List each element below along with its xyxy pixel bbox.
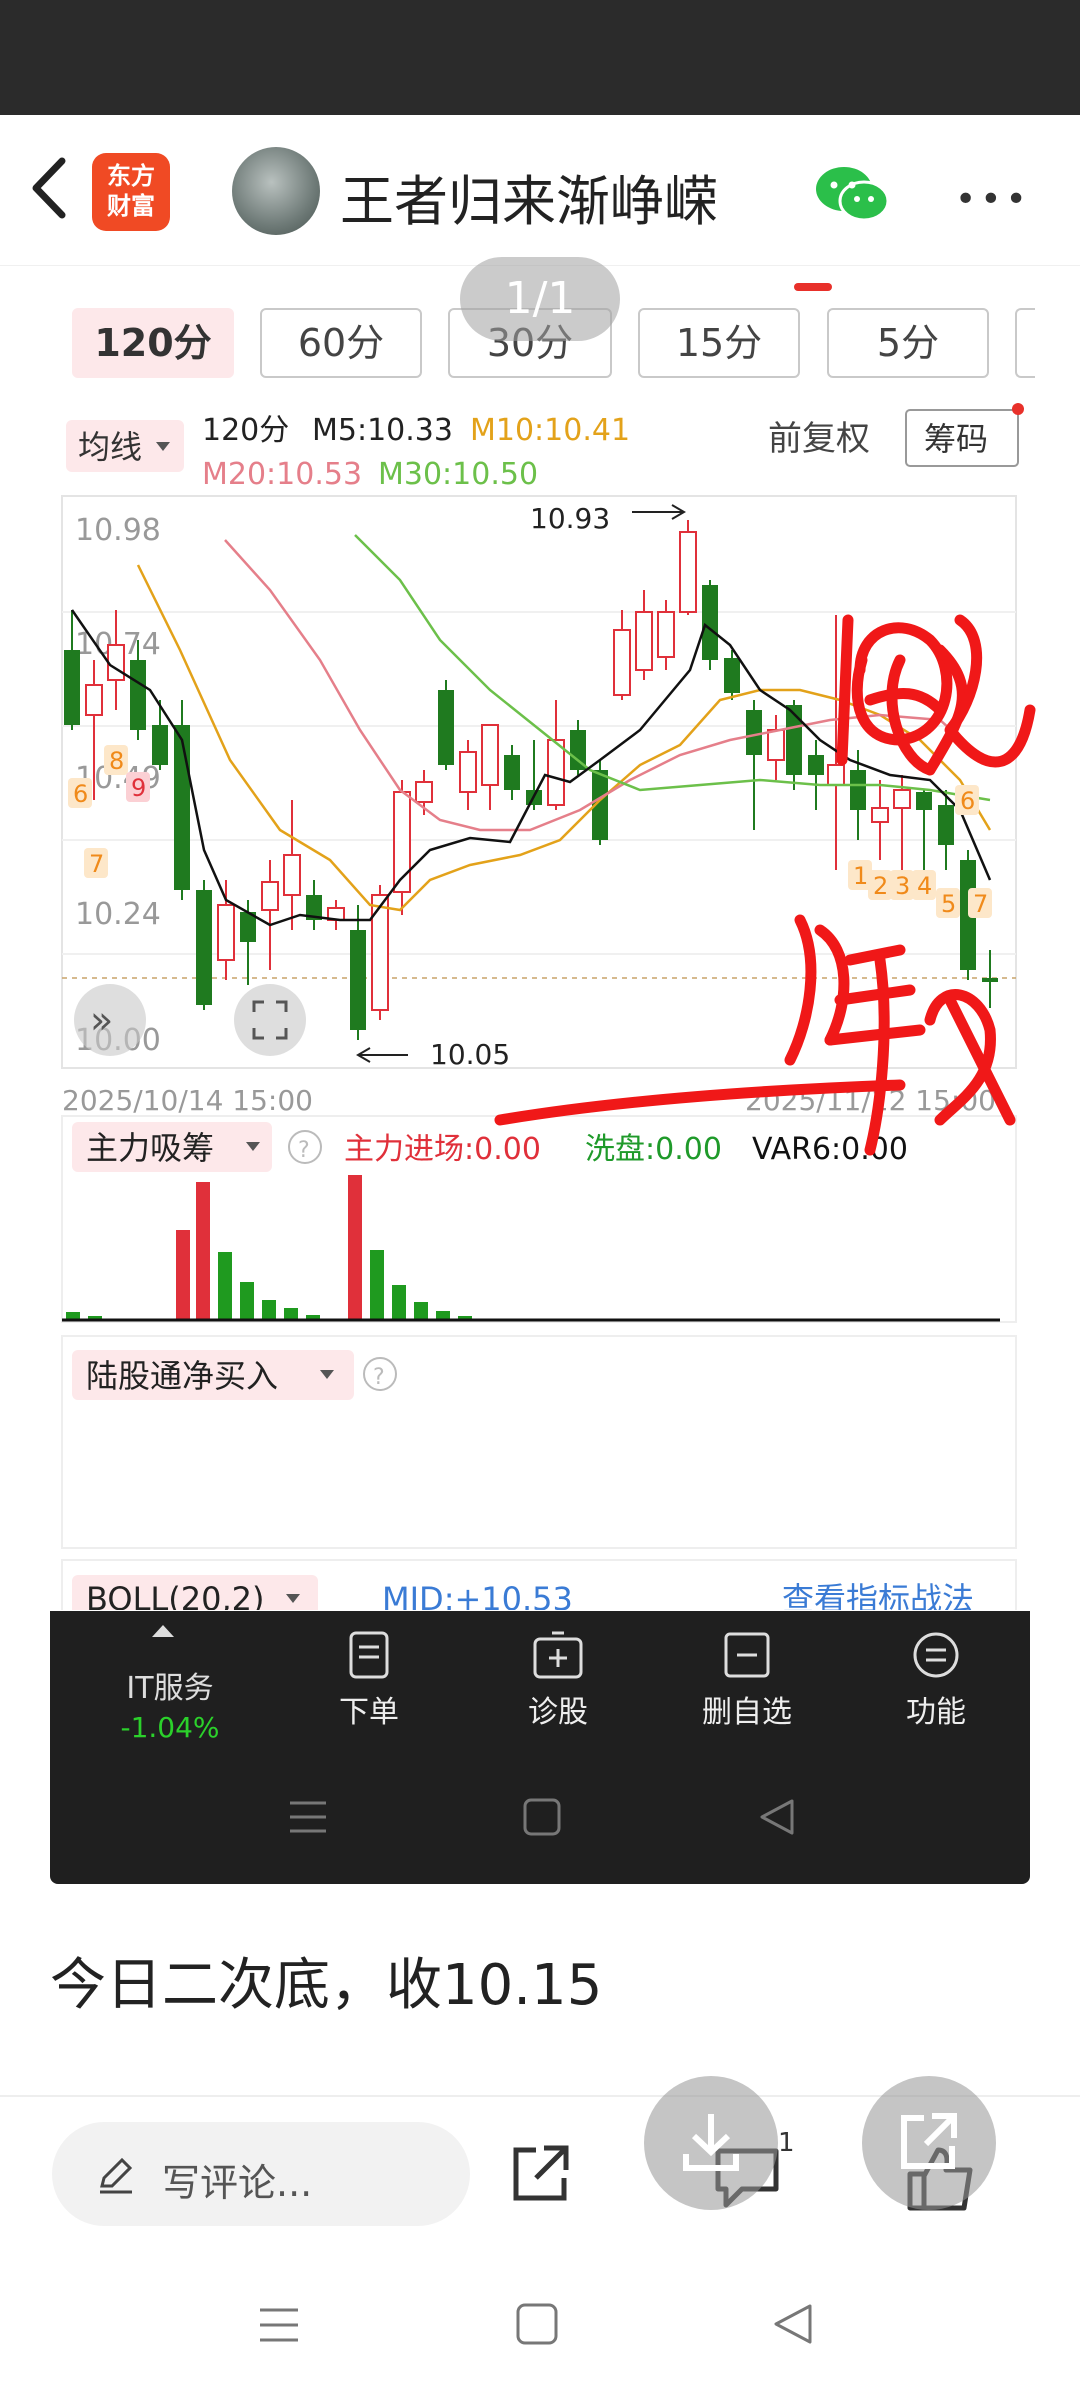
- m5-label: M5:10.33: [312, 413, 453, 448]
- m10-label: M10:10.41: [470, 413, 630, 448]
- m30-label: M30:10.50: [378, 457, 538, 492]
- recents-nav-icon[interactable]: [256, 2302, 302, 2348]
- diagnose-button[interactable]: 诊股: [483, 1631, 633, 1731]
- indicator1-name: 主力吸筹: [86, 1129, 214, 1167]
- comment-input[interactable]: 写评论...: [52, 2122, 470, 2226]
- y-label-1024: 10.24: [75, 897, 161, 932]
- y-label-1098: 10.98: [75, 513, 161, 548]
- collapse-arrow-icon[interactable]: [150, 1623, 176, 1639]
- back-arrow-icon[interactable]: [22, 153, 82, 223]
- status-bar: [0, 0, 1080, 115]
- stock-action-dock: IT服务 -1.04% 下单 诊股 删自选 功能: [50, 1611, 1030, 1884]
- fullscreen-button[interactable]: [234, 984, 306, 1056]
- back-nav-icon[interactable]: [770, 2302, 814, 2346]
- svg-text:4: 4: [917, 872, 932, 900]
- double-chevron-icon: »: [90, 998, 113, 1042]
- date-start-label: 2025/10/14 15:00: [62, 1084, 313, 1117]
- view-strategy-link[interactable]: 查看指标战法: [782, 1580, 974, 1610]
- tab-5min[interactable]: 5分: [827, 308, 989, 378]
- tab-more-partial[interactable]: [1015, 308, 1035, 378]
- low-price-label: 10.05: [430, 1038, 510, 1071]
- notification-dot: [1012, 403, 1024, 415]
- share-image-button[interactable]: [862, 2076, 996, 2210]
- wechat-share-icon[interactable]: [814, 163, 890, 227]
- home-nav-icon[interactable]: [515, 2302, 559, 2346]
- svg-text:6: 6: [960, 787, 975, 815]
- svg-text:6: 6: [73, 780, 88, 808]
- ma-dropdown-label: 均线: [78, 428, 142, 466]
- m20-label: M20:10.53: [202, 457, 362, 492]
- wash-value: 洗盘:0.00: [585, 1132, 722, 1167]
- diagnose-icon: [533, 1631, 583, 1679]
- stock-change: -1.04%: [120, 1711, 220, 1744]
- svg-text:2: 2: [873, 872, 888, 900]
- functions-button[interactable]: 功能: [861, 1631, 1011, 1731]
- stock-name[interactable]: IT服务: [90, 1663, 250, 1707]
- download-icon: [683, 2114, 739, 2171]
- svg-text:9: 9: [131, 774, 146, 802]
- menu-circle-icon: [913, 1632, 959, 1678]
- period-label: 120分: [202, 413, 289, 448]
- svg-text:1: 1: [853, 862, 868, 890]
- system-nav-bar: [0, 2250, 1080, 2400]
- comment-count: 1: [778, 2128, 795, 2158]
- image-pager: 1/1: [460, 257, 620, 341]
- var6-value: VAR6:0.00: [752, 1132, 908, 1167]
- kline-chart[interactable]: 均线 120分 M5:10.33 M10:10.41 M20:10.53 M30…: [0, 400, 1080, 1610]
- svg-text:7: 7: [973, 890, 988, 918]
- app-bar: 东方 财富 王者归来渐峥嵘 •••: [0, 115, 1080, 266]
- help-icon-glyph: ?: [373, 1365, 385, 1390]
- chips-button-label: 筹码: [924, 420, 988, 458]
- post-text: 今日二次底，收10.15: [50, 1953, 603, 2018]
- order-button[interactable]: 下单: [294, 1631, 444, 1731]
- indicator1-bars: [62, 1175, 1000, 1322]
- back-nav-icon[interactable]: [756, 1797, 796, 1837]
- tab-120min[interactable]: 120分: [72, 308, 234, 378]
- share-icon[interactable]: [506, 2140, 574, 2208]
- comment-placeholder: 写评论...: [162, 2161, 313, 2205]
- export-icon: [901, 2113, 957, 2169]
- svg-text:7: 7: [89, 850, 104, 878]
- indicator3-name: BOLL(20,2): [86, 1580, 264, 1610]
- remove-watchlist-button[interactable]: 删自选: [672, 1631, 822, 1731]
- indicator2-name: 陆股通净买入: [86, 1357, 278, 1395]
- boll-mid-value: MID:+10.53: [382, 1580, 573, 1610]
- avatar[interactable]: [232, 147, 320, 235]
- tab-indicator: [794, 283, 832, 291]
- eastmoney-logo: 东方 财富: [92, 153, 170, 231]
- tab-60min[interactable]: 60分: [260, 308, 422, 378]
- recents-nav-icon[interactable]: [286, 1797, 330, 1837]
- help-icon-glyph: ?: [298, 1138, 310, 1163]
- svg-text:3: 3: [895, 872, 910, 900]
- tab-15min[interactable]: 15分: [638, 308, 800, 378]
- main-in-value: 主力进场:0.00: [344, 1132, 541, 1167]
- high-price-label: 10.93: [530, 502, 610, 535]
- minus-box-icon: [724, 1632, 770, 1678]
- svg-text:5: 5: [941, 890, 956, 918]
- adjust-label[interactable]: 前复权: [768, 419, 870, 459]
- document-icon: [349, 1631, 389, 1679]
- svg-text:8: 8: [109, 747, 124, 775]
- pencil-icon: [100, 2157, 133, 2194]
- home-nav-icon[interactable]: [522, 1797, 562, 1837]
- page-title: 王者归来渐峥嵘: [340, 170, 718, 233]
- more-options-icon[interactable]: •••: [955, 179, 1031, 220]
- download-button[interactable]: [644, 2076, 778, 2210]
